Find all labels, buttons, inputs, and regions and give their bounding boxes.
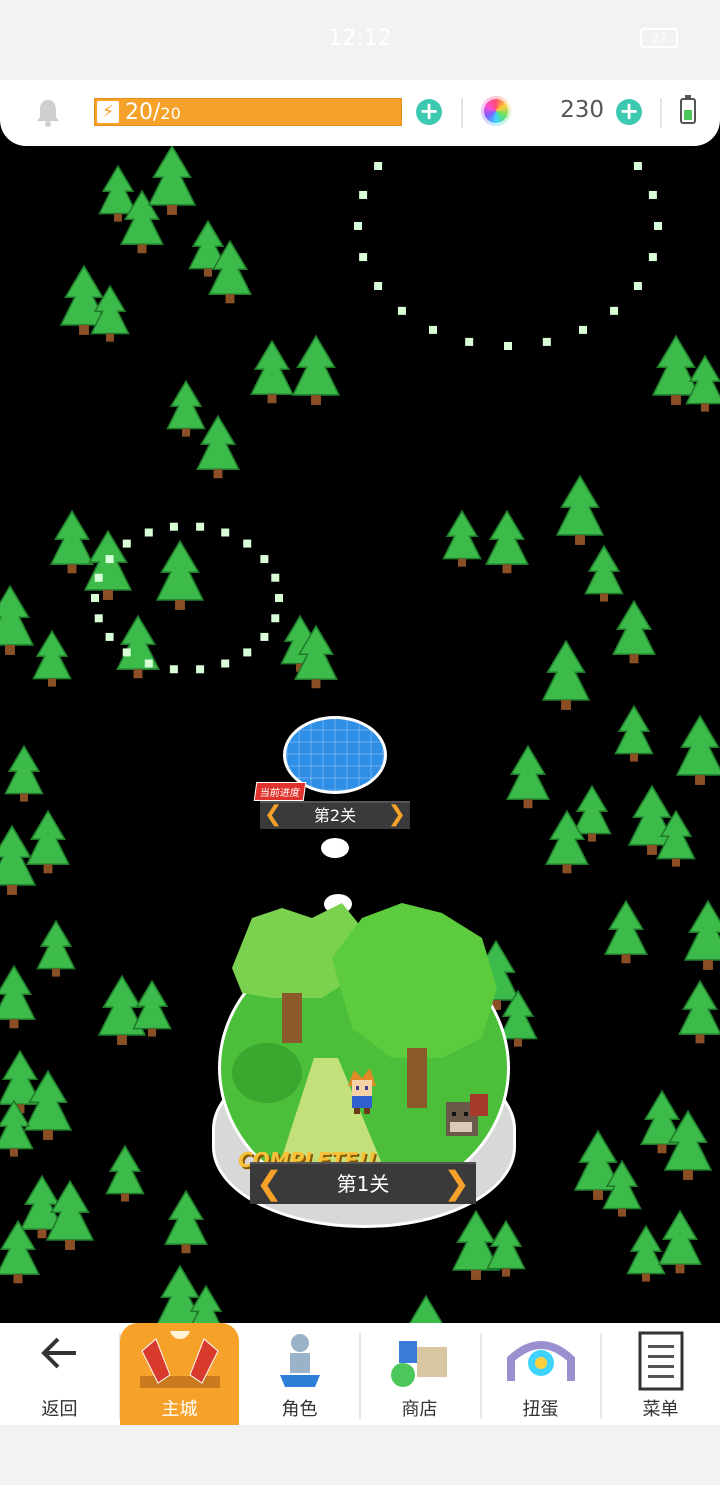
energy-value: 20/20: [125, 100, 181, 125]
gacha-icon: [506, 1341, 575, 1381]
hero-character-sprite[interactable]: [342, 1066, 382, 1116]
trail-dot: [321, 838, 349, 858]
nav-main-city-button[interactable]: 主城: [120, 1323, 239, 1425]
pine-tree: [32, 629, 72, 687]
energy-bar: ⚡ 20/20: [94, 98, 402, 126]
chevron-left-icon: ❮: [264, 802, 283, 827]
pine-tree: [639, 1089, 685, 1154]
menu-icon: [638, 1331, 683, 1391]
stage-1-node[interactable]: COMPLETE!! ❮ 第1关 ❯: [212, 898, 516, 1228]
nav-menu-button[interactable]: 菜单: [601, 1323, 720, 1425]
nav-character-button[interactable]: 角色: [240, 1323, 359, 1425]
pine-tree: [407, 1294, 445, 1326]
pine-tree: [97, 974, 147, 1045]
pine-tree: [603, 899, 649, 964]
add-energy-button[interactable]: +: [416, 99, 442, 125]
pine-tree: [486, 1219, 526, 1277]
dotted-path-ring: [354, 162, 662, 350]
back-arrow-icon: [40, 1337, 76, 1369]
current-progress-badge: 当前进度: [253, 782, 307, 801]
nav-label: 商店: [401, 1399, 438, 1420]
pine-tree: [0, 1219, 41, 1284]
nav-back-button[interactable]: 返回: [0, 1323, 119, 1425]
status-time: 12:12: [328, 26, 392, 51]
pine-tree: [105, 1144, 145, 1202]
battery-icon: [680, 95, 696, 124]
nav-label: 角色: [281, 1399, 318, 1420]
chevron-left-icon: ❮: [256, 1164, 283, 1202]
pine-tree: [677, 979, 720, 1044]
status-bar: 12:12 27: [0, 0, 720, 80]
pine-tree: [132, 979, 172, 1037]
stage-1-label[interactable]: ❮ 第1关 ❯: [250, 1162, 476, 1204]
main-city-icon: [139, 1331, 220, 1388]
divider: [660, 98, 662, 128]
pine-tree: [541, 639, 591, 710]
pine-tree: [249, 339, 295, 404]
pine-tree: [4, 744, 44, 802]
pine-tree: [683, 899, 720, 970]
bottom-navigation: 返回 主城 角色 商店 扭蛋 菜单: [0, 1323, 720, 1425]
pine-tree: [23, 1069, 73, 1140]
add-gems-button[interactable]: +: [616, 99, 642, 125]
pine-tree: [626, 1224, 666, 1282]
pine-tree: [25, 809, 71, 874]
shop-icon: [390, 1341, 447, 1387]
pine-tree: [115, 614, 161, 679]
creature-sprite[interactable]: [440, 1094, 490, 1140]
nav-gacha-button[interactable]: 扭蛋: [481, 1323, 600, 1425]
pine-tree: [614, 704, 654, 762]
pine-tree: [675, 714, 720, 785]
pine-tree: [163, 1189, 209, 1254]
pine-tree: [657, 1209, 703, 1274]
pine-tree: [442, 509, 482, 567]
nav-label: 扭蛋: [522, 1399, 559, 1420]
bell-icon[interactable]: [34, 98, 62, 128]
lightning-icon: ⚡: [97, 101, 119, 123]
pine-tree: [36, 919, 76, 977]
pine-tree: [484, 509, 530, 574]
rainbow-gem-icon: [481, 96, 511, 126]
stage-map[interactable]: 当前进度 ❮ 第2关 ❯ COMPLETE!! ❮ 第1关 ❯: [0, 146, 720, 1326]
pine-tree: [166, 379, 206, 437]
pine-tree: [505, 744, 551, 809]
character-icon: [279, 1334, 320, 1387]
status-battery-icon: 27: [640, 28, 678, 48]
nav-label: 主城: [161, 1399, 198, 1420]
nav-label: 菜单: [642, 1399, 679, 1420]
pine-tree: [0, 1049, 43, 1114]
bottom-strip: [0, 1425, 720, 1485]
chevron-right-icon: ❯: [443, 1164, 470, 1202]
pine-tree: [584, 544, 624, 602]
stage-1-name: 第1关: [336, 1172, 390, 1196]
pine-tree: [0, 964, 37, 1029]
stage-2-name: 第2关: [313, 806, 357, 825]
pine-tree: [291, 334, 341, 405]
nav-shop-button[interactable]: 商店: [360, 1323, 479, 1425]
pine-tree: [611, 599, 657, 664]
pine-tree: [155, 539, 205, 610]
stage-2-node[interactable]: 当前进度 ❮ 第2关 ❯: [250, 716, 420, 836]
pine-tree: [555, 474, 605, 545]
nav-label: 返回: [41, 1399, 78, 1420]
pine-tree: [0, 584, 35, 655]
chevron-right-icon: ❯: [387, 802, 406, 827]
top-resource-bar: ⚡ 20/20 + 230 +: [0, 80, 720, 146]
pine-tree: [49, 509, 95, 574]
divider: [461, 98, 463, 128]
gem-count: 230: [560, 97, 604, 123]
stage-2-label[interactable]: ❮ 第2关 ❯: [260, 801, 410, 829]
pine-tree: [147, 146, 197, 215]
